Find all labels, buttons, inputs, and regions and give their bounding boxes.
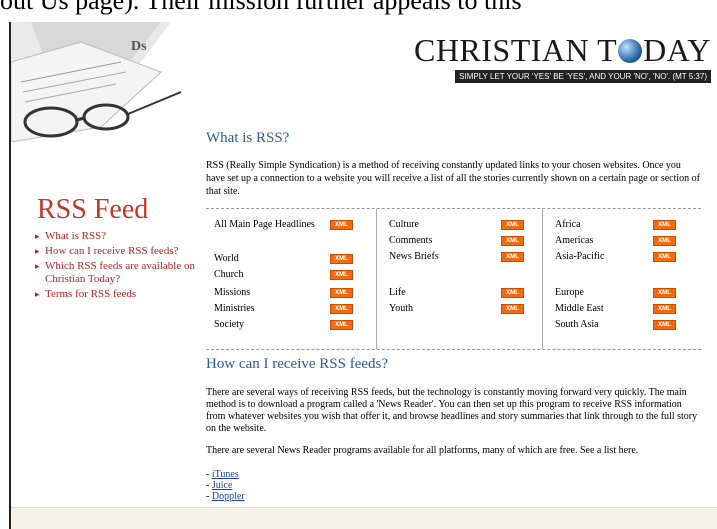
feed-label[interactable]: Comments: [389, 235, 432, 246]
brand-name-left: CHRISTIAN T: [413, 32, 618, 68]
feed-label[interactable]: Missions: [214, 287, 250, 298]
xml-feed-button[interactable]: XML: [653, 236, 676, 246]
main-content: What is RSS? RSS (Really Simple Syndicat…: [206, 130, 701, 198]
xml-feed-button[interactable]: XML: [330, 320, 353, 330]
sidebar-item-terms[interactable]: Terms for RSS feeds: [35, 288, 210, 301]
newspaper-glasses-illustration: Ds: [11, 22, 182, 142]
feed-label[interactable]: News Briefs: [389, 251, 439, 262]
rss-feed-table: All Main Page Headlines XML World XML Ch…: [206, 208, 701, 350]
feed-label[interactable]: Church: [214, 269, 243, 280]
section-text-readers: There are several News Reader programs a…: [206, 445, 639, 456]
cropped-line: out Us page). Their mission further appe…: [0, 0, 522, 15]
section-title-how-receive: How can I receive RSS feeds?: [206, 356, 389, 372]
xml-feed-button[interactable]: XML: [330, 270, 353, 280]
feed-label[interactable]: All Main Page Headlines: [214, 219, 315, 230]
brand-tagline: SIMPLY LET YOUR 'YES' BE 'YES', AND YOUR…: [455, 70, 711, 83]
list-item: - Doppler: [206, 491, 245, 502]
feed-label[interactable]: Middle East: [555, 303, 604, 314]
footer-band: [11, 507, 717, 529]
feed-label[interactable]: World: [214, 253, 239, 264]
feed-label[interactable]: Ministries: [214, 303, 255, 314]
feed-label[interactable]: Culture: [389, 219, 419, 230]
sidebar-item-which-feeds[interactable]: Which RSS feeds are available on Christi…: [35, 260, 210, 286]
xml-feed-button[interactable]: XML: [653, 220, 676, 230]
feed-label[interactable]: Africa: [555, 219, 581, 230]
list-item: - iTunes: [206, 469, 239, 480]
xml-feed-button[interactable]: XML: [501, 288, 524, 298]
reader-link-itunes[interactable]: iTunes: [212, 469, 239, 480]
globe-icon: [618, 39, 643, 63]
xml-feed-button[interactable]: XML: [653, 320, 676, 330]
section-text-how-receive: There are several ways of receiving RSS …: [206, 387, 698, 434]
feed-label[interactable]: Asia-Pacific: [555, 251, 604, 262]
brand-name-right: DAY: [643, 32, 711, 68]
svg-text:Ds: Ds: [131, 39, 147, 54]
xml-feed-button[interactable]: XML: [653, 288, 676, 298]
news-reader-list: - iTunes - Juice - Doppler: [206, 469, 701, 502]
sidebar-item-how-receive[interactable]: How can I receive RSS feeds?: [35, 245, 210, 258]
sidebar-item-what-is-rss[interactable]: What is RSS?: [35, 230, 210, 243]
xml-feed-button[interactable]: XML: [330, 254, 353, 264]
xml-feed-button[interactable]: XML: [653, 304, 676, 314]
sidebar-nav: What is RSS? How can I receive RSS feeds…: [35, 230, 210, 303]
feed-label[interactable]: Life: [389, 287, 406, 298]
reader-link-juice[interactable]: Juice: [212, 480, 233, 491]
xml-feed-button[interactable]: XML: [501, 220, 524, 230]
how-section: How can I receive RSS feeds? There are s…: [206, 356, 701, 502]
feed-column-2: Culture XML Comments XML News Briefs XML…: [376, 209, 537, 349]
web-page-screenshot: Ds CHRISTIAN T DAY SIMPLY LET YOUR 'YES' …: [9, 22, 717, 529]
cropped-document-text: out Us page). Their mission further appe…: [0, 0, 717, 22]
feed-label[interactable]: Youth: [389, 303, 413, 314]
feed-label[interactable]: Europe: [555, 287, 584, 298]
reader-link-doppler[interactable]: Doppler: [212, 491, 245, 502]
xml-feed-button[interactable]: XML: [330, 288, 353, 298]
sidebar-title: RSS Feed: [37, 194, 149, 225]
xml-feed-button[interactable]: XML: [501, 304, 524, 314]
section-text-what-is-rss: RSS (Really Simple Syndication) is a met…: [206, 160, 701, 197]
xml-feed-button[interactable]: XML: [501, 252, 524, 262]
feed-label[interactable]: Society: [214, 319, 244, 330]
xml-feed-button[interactable]: XML: [501, 236, 524, 246]
xml-feed-button[interactable]: XML: [653, 252, 676, 262]
feed-label[interactable]: South Asia: [555, 319, 599, 330]
feed-column-1: All Main Page Headlines XML World XML Ch…: [206, 209, 371, 349]
section-title-what-is-rss: What is RSS?: [206, 130, 290, 146]
xml-feed-button[interactable]: XML: [330, 304, 353, 314]
list-item: - Juice: [206, 480, 233, 491]
brand-name: CHRISTIAN T DAY: [411, 34, 711, 66]
site-logo[interactable]: CHRISTIAN T DAY SIMPLY LET YOUR 'YES' BE …: [411, 34, 711, 84]
feed-column-3: Africa XML Americas XML Asia-Pacific XML…: [542, 209, 702, 349]
xml-feed-button[interactable]: XML: [330, 220, 353, 230]
feed-label[interactable]: Americas: [555, 235, 593, 246]
